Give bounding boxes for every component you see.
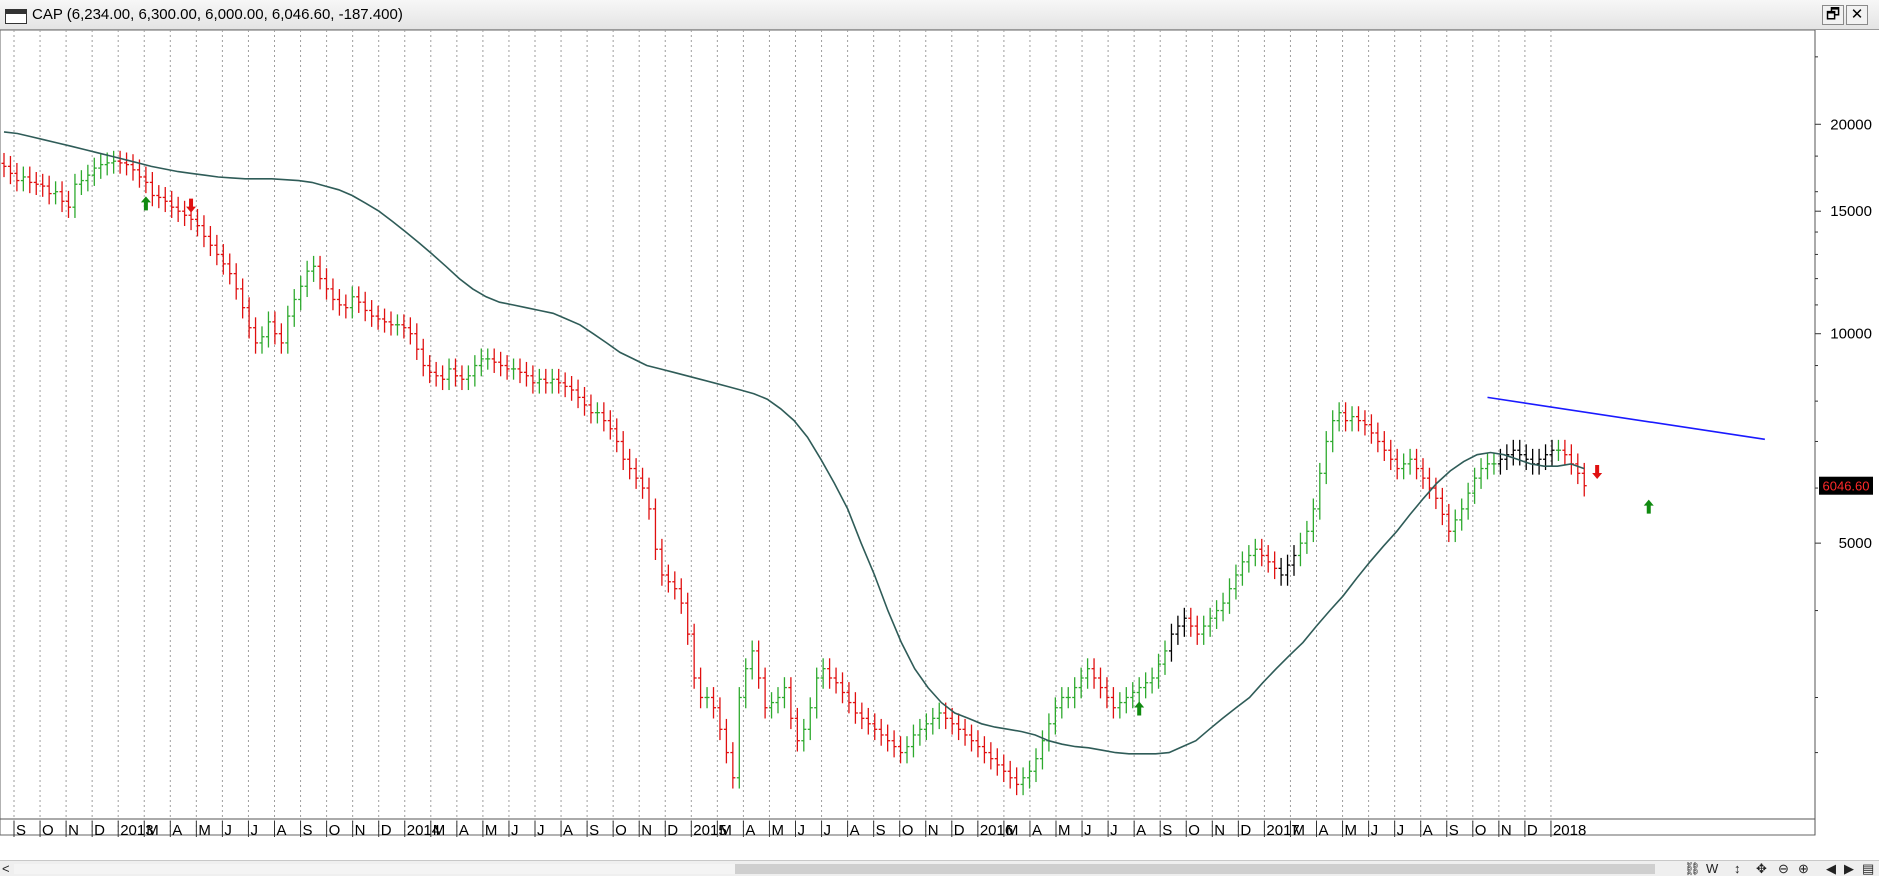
x-tick-label: J: [798, 822, 806, 838]
x-tick-label: A: [563, 822, 573, 838]
x-tick-label: N: [355, 822, 366, 838]
x-tick-label: D: [1527, 822, 1538, 838]
x-tick-label: A: [1423, 822, 1433, 838]
last-price-label: 6046.60: [1823, 479, 1870, 494]
x-tick-label: J: [1397, 822, 1405, 838]
x-tick-label: J: [511, 822, 519, 838]
restore-button[interactable]: 🗗: [1822, 5, 1844, 25]
y-tick-label: 10000: [1830, 326, 1872, 343]
x-tick-label: A: [745, 822, 755, 838]
x-tick-label: J: [824, 822, 832, 838]
scroll-left-button[interactable]: <: [2, 861, 10, 876]
price-chart[interactable]: S O N D 2013M A M J J A S O N D 2014M A M J J A S O N D 2015M A M J…: [0, 30, 1879, 838]
x-tick-label: J: [1084, 822, 1092, 838]
x-tick-label: A: [277, 822, 287, 838]
x-tick-label: O: [1188, 822, 1200, 838]
x-tick-label: 2018: [1553, 822, 1586, 838]
x-tick-label: D: [954, 822, 965, 838]
move-icon[interactable]: ✥: [1756, 861, 1767, 876]
x-tick-label: N: [641, 822, 652, 838]
status-bar: < ⛓ W ↕ ✥ ⊖ ⊕ ◀ ▶ ▤: [0, 860, 1879, 876]
x-tick-label: M: [198, 822, 211, 838]
x-tick-label: M: [1058, 822, 1071, 838]
x-tick-label: J: [224, 822, 232, 838]
x-tick-label: D: [1240, 822, 1251, 838]
x-tick-label: O: [329, 822, 341, 838]
x-tick-label: A: [172, 822, 182, 838]
x-tick-label: J: [537, 822, 545, 838]
scrollbar-thumb[interactable]: [735, 864, 1655, 874]
x-tick-label: S: [16, 822, 26, 838]
window-icon: [5, 9, 27, 24]
x-tick-label: S: [589, 822, 599, 838]
x-tick-label: A: [1136, 822, 1146, 838]
plot-frame: [0, 30, 1816, 836]
x-tick-label: D: [381, 822, 392, 838]
x-tick-label: M: [1006, 822, 1019, 838]
window-titlebar: CAP (6,234.00, 6,300.00, 6,000.00, 6,046…: [0, 0, 1879, 30]
zoom-out-icon[interactable]: ⊖: [1778, 861, 1789, 876]
y-tick-label: 5000: [1839, 535, 1872, 552]
step-right-icon[interactable]: ▶: [1844, 861, 1854, 876]
x-tick-label: M: [1345, 822, 1358, 838]
x-tick-label: S: [1162, 822, 1172, 838]
y-tick-label: 20000: [1830, 116, 1872, 133]
zoom-in-icon[interactable]: ⊕: [1798, 861, 1809, 876]
x-tick-label: O: [902, 822, 914, 838]
x-tick-label: M: [485, 822, 498, 838]
x-tick-label: N: [928, 822, 939, 838]
x-tick-label: O: [615, 822, 627, 838]
x-tick-label: D: [667, 822, 678, 838]
x-tick-label: O: [1475, 822, 1487, 838]
chart-area[interactable]: S O N D 2013 M A M J J A S O N D 2014 M A M J J A S O N D 2015 M A M J…: [0, 30, 1879, 838]
step-left-icon[interactable]: ◀: [1826, 861, 1836, 876]
x-tick-label: J: [250, 822, 258, 838]
x-tick-label: S: [876, 822, 886, 838]
x-tick-label: N: [1501, 822, 1512, 838]
weekly-interval-button[interactable]: W: [1706, 861, 1718, 876]
x-tick-label: M: [146, 822, 159, 838]
vertical-arrows-icon[interactable]: ↕: [1734, 861, 1741, 876]
x-tick-label: M: [719, 822, 732, 838]
x-tick-label: A: [459, 822, 469, 838]
x-tick-label: N: [1214, 822, 1225, 838]
x-tick-label: J: [1110, 822, 1118, 838]
x-tick-label: O: [42, 822, 54, 838]
chain-icon[interactable]: ⛓: [1684, 861, 1701, 876]
x-tick-label: S: [1449, 822, 1459, 838]
x-tick-label: J: [1371, 822, 1379, 838]
x-tick-label: M: [433, 822, 446, 838]
x-tick-label: A: [850, 822, 860, 838]
window-title: CAP (6,234.00, 6,300.00, 6,000.00, 6,046…: [32, 6, 403, 23]
x-tick-label: A: [1319, 822, 1329, 838]
x-tick-label: M: [771, 822, 784, 838]
close-button[interactable]: ✕: [1846, 5, 1868, 25]
x-tick-label: D: [94, 822, 105, 838]
x-tick-label: S: [303, 822, 313, 838]
x-tick-label: M: [1292, 822, 1305, 838]
x-tick-label: N: [68, 822, 79, 838]
x-tick-label: A: [1032, 822, 1042, 838]
panel-icon[interactable]: ▤: [1862, 861, 1874, 876]
y-tick-label: 15000: [1830, 203, 1872, 220]
